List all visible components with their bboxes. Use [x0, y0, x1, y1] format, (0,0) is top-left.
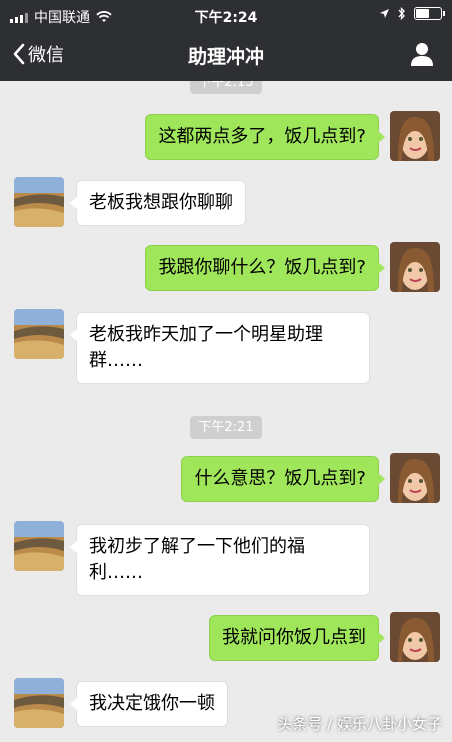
avatar-self[interactable]: [390, 111, 440, 161]
avatar-self[interactable]: [390, 612, 440, 662]
status-right: [379, 7, 445, 20]
message-bubble-sent[interactable]: 这都两点多了，饭几点到?: [145, 114, 385, 160]
person-icon[interactable]: [408, 40, 436, 68]
message-bubble-sent[interactable]: 我跟你聊什么？饭几点到?: [145, 245, 385, 291]
timestamp: 下午2:15: [0, 81, 452, 94]
watermark: 头条号 / 娱乐八卦小女子: [277, 715, 442, 733]
chat-title: 助理冲冲: [187, 46, 264, 68]
nav-bar: 微信 助理冲冲: [0, 31, 452, 81]
message-bubble-sent[interactable]: 我就问你饭几点到: [209, 615, 385, 661]
message-bubble-received[interactable]: 老板我昨天加了一个明星助理群……: [70, 312, 370, 384]
status-bar: 中国联通 下午2:24: [0, 0, 452, 31]
chat-area[interactable]: 下午2:15 这都两点多了，饭几点到? 老板我想跟你聊聊 我跟你聊什么？饭几点到…: [0, 81, 452, 742]
message-bubble-received[interactable]: 我初步了解了一下他们的福利……: [70, 524, 370, 596]
avatar-self[interactable]: [390, 242, 440, 292]
message-bubble-received[interactable]: 老板我想跟你聊聊: [70, 180, 246, 226]
timestamp: 下午2:21: [0, 416, 452, 439]
top-bar: 中国联通 下午2:24 微信 助理冲冲: [0, 0, 452, 81]
bluetooth-icon: [398, 7, 405, 20]
message-bubble-sent[interactable]: 什么意思？饭几点到?: [181, 456, 385, 502]
battery-icon: [414, 7, 445, 20]
avatar-contact[interactable]: [14, 521, 64, 571]
avatar-contact[interactable]: [14, 177, 64, 227]
avatar-self[interactable]: [390, 453, 440, 503]
message-bubble-received[interactable]: 我决定饿你一顿: [70, 681, 228, 727]
location-arrow-icon: [380, 9, 389, 18]
avatar-contact[interactable]: [14, 309, 64, 359]
avatar-contact[interactable]: [14, 678, 64, 728]
